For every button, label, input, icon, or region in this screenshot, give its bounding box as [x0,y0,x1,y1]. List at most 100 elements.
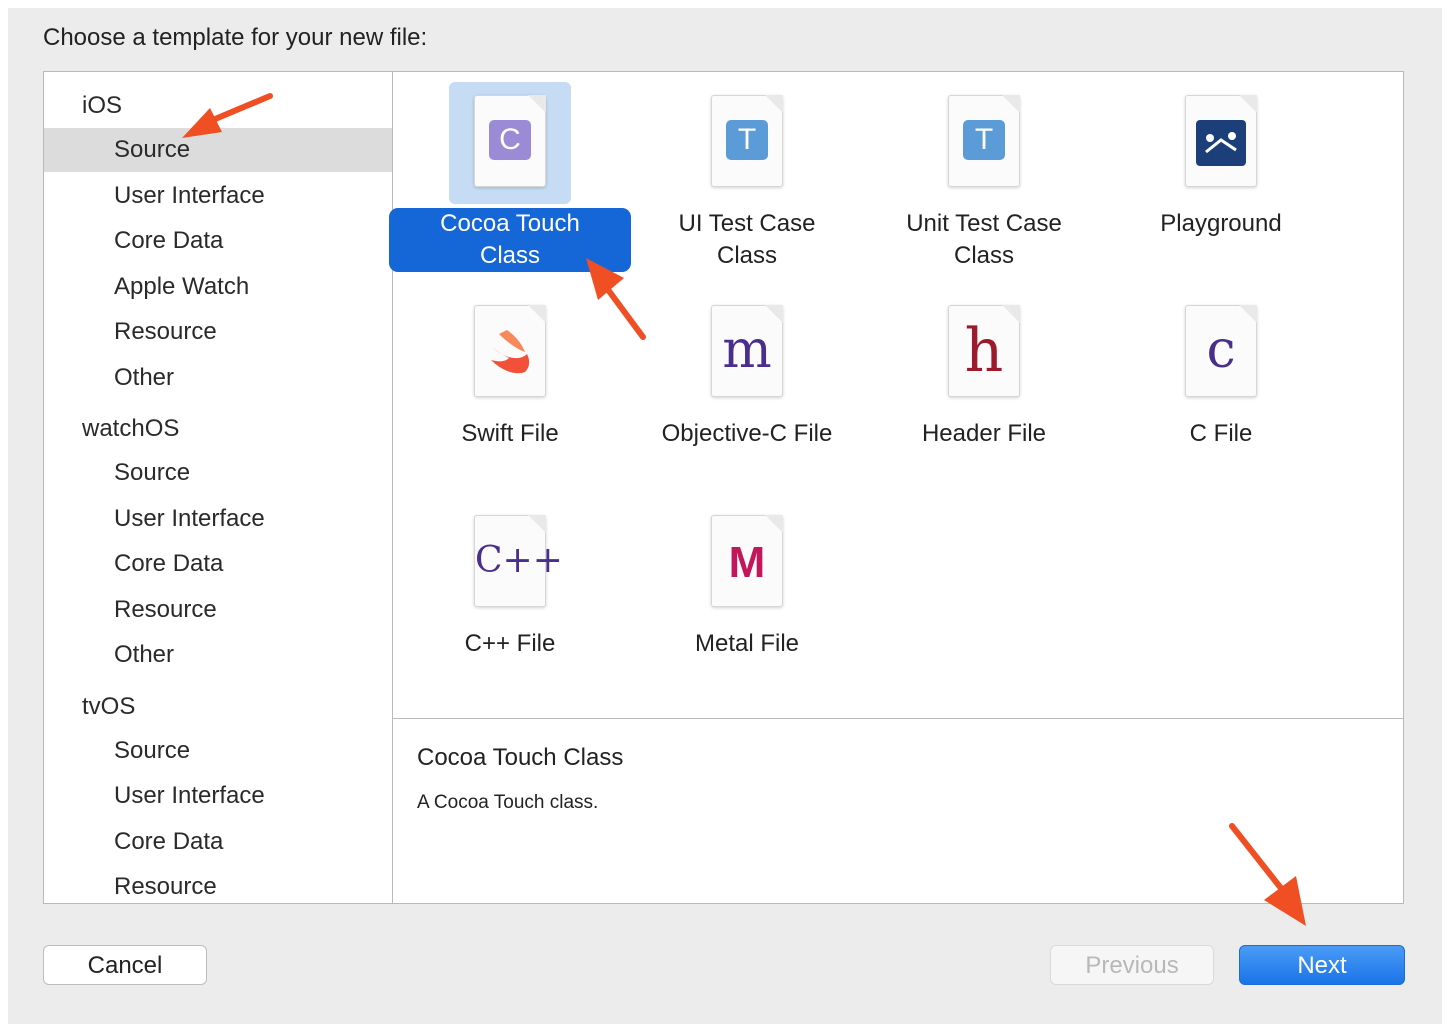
template-label-line: Class [953,242,1014,269]
sidebar-item-label: Source [114,736,191,764]
header-file-icon: h [948,305,1020,397]
sidebar-item-label: Resource [114,318,217,345]
template-tile[interactable]: T UI Test Case Class [632,82,862,282]
template-icon-box: C++ [449,502,571,624]
sidebar-item-label: Other [114,363,175,391]
platform-sidebar[interactable]: iOS Source User Interface Core Data Apple Wa… [44,72,393,903]
sidebar-item-label: User Interface [114,181,265,209]
template-glyph: T [963,120,1005,160]
annotation-arrow-icon [586,258,646,340]
template-glyph: m [722,320,772,380]
sidebar-item[interactable]: Core Data [44,219,392,263]
annotation-arrow-icon [182,93,273,138]
template-label-line: C File [1189,420,1253,447]
template-tile[interactable]: M Metal File [632,502,862,702]
sidebar-item[interactable]: Resource [44,588,392,632]
sidebar-item-label: Core Data [114,227,224,254]
sidebar-group-header: watchOS [44,407,392,451]
template-glyph: C [489,120,531,160]
template-chooser: iOS Source User Interface Core Data Apple Wa… [43,71,1404,904]
dialog-prompt: Choose a template for your new file: [43,24,428,51]
template-label: Objective-C File [632,418,862,450]
template-icon-box: m [686,292,808,414]
sidebar-item[interactable]: User Interface [44,174,392,218]
sidebar-item-label: User Interface [114,782,265,809]
sidebar-item-label: Core Data [114,550,224,577]
sidebar-item[interactable]: User Interface [44,497,392,541]
sidebar-item[interactable]: Resource [44,865,392,903]
template-tile[interactable]: h Header File [869,292,1099,492]
template-icon-box: M [686,502,808,624]
template-label: Header File [869,418,1099,450]
template-tile[interactable]: C++ C++ File [395,502,625,702]
template-icon-box: c [1160,292,1282,414]
sidebar-item-label: tvOS [82,692,136,720]
sidebar-item[interactable]: User Interface [44,774,392,818]
template-label-line: Playground [1160,210,1282,237]
template-label-line: Class [716,242,777,269]
template-tile[interactable]: m Objective-C File [632,292,862,492]
template-label-line: Metal File [694,630,800,657]
template-glyph: c [1206,320,1236,380]
template-label: C File [1106,418,1336,450]
sidebar-item-label: Other [114,641,175,668]
divider [393,718,1403,719]
template-label-line: Cocoa Touch [440,210,580,237]
template-description-text: A Cocoa Touch class. [417,792,599,813]
sidebar-item[interactable]: Other [44,633,392,677]
sidebar-group-header: tvOS [44,685,392,729]
template-tile[interactable]: Playground [1106,82,1336,282]
swift-file-icon [474,305,546,397]
template-icon-box: C [449,82,571,204]
metal-file-icon: M [711,515,783,607]
template-label-line: Objective-C File [661,420,833,447]
sidebar-item[interactable]: Source [44,729,392,773]
sidebar-item-label: Apple Watch [114,272,250,300]
cancel-button[interactable]: Cancel [43,945,207,985]
sidebar-item-label: Resource [114,595,217,623]
template-glyph: h [964,316,1004,386]
unit-test-case-icon: T [948,95,1020,187]
template-label: UI Test Case Class [632,208,862,272]
sidebar-item[interactable]: Core Data [44,542,392,586]
sidebar-item[interactable]: Resource [44,310,392,354]
template-label-line: Header File [921,420,1047,447]
template-label-line: UI Test Case [678,210,816,237]
template-label: Swift File [395,418,625,450]
playground-icon [1185,95,1257,187]
previous-button[interactable]: Previous [1050,945,1214,985]
template-icon-box: T [923,82,1045,204]
sidebar-item[interactable]: Core Data [44,820,392,864]
template-tile[interactable]: T Unit Test Case Class [869,82,1099,282]
template-label-line: Swift File [461,420,559,447]
sidebar-item-label: User Interface [114,504,265,532]
sidebar-item[interactable]: Apple Watch [44,265,392,309]
template-icon-box [1160,82,1282,204]
sidebar-item-label: iOS [82,92,123,119]
ui-test-case-icon: T [711,95,783,187]
sidebar-item[interactable]: Other [44,356,392,400]
template-label: Playground [1106,208,1336,240]
template-icon-box: T [686,82,808,204]
template-tile[interactable]: c C File [1106,292,1336,492]
template-label: Metal File [632,628,862,660]
template-description-title: Cocoa Touch Class [417,744,624,771]
template-label: Unit Test Case Class [869,208,1099,272]
sidebar-item-label: Resource [114,873,217,900]
cocoa-touch-class-icon: C [474,95,546,187]
template-glyph: C++ [475,540,563,581]
template-label-line: C++ File [464,630,556,657]
cpp-file-icon: C++ [474,515,563,607]
sidebar-item-label: Core Data [114,827,224,855]
template-label-line: Unit Test Case [906,210,1062,237]
template-icon-box [449,292,571,414]
template-glyph: T [726,120,768,160]
template-icon-box: h [923,292,1045,414]
annotation-arrow-icon [1229,823,1306,926]
next-button[interactable]: Next [1239,945,1405,985]
c-file-icon: c [1185,305,1257,397]
sidebar-item-label: Source [114,459,191,486]
sidebar-item[interactable]: Source [44,451,392,495]
template-glyph: M [728,538,766,587]
objective-c-file-icon: m [711,305,783,397]
